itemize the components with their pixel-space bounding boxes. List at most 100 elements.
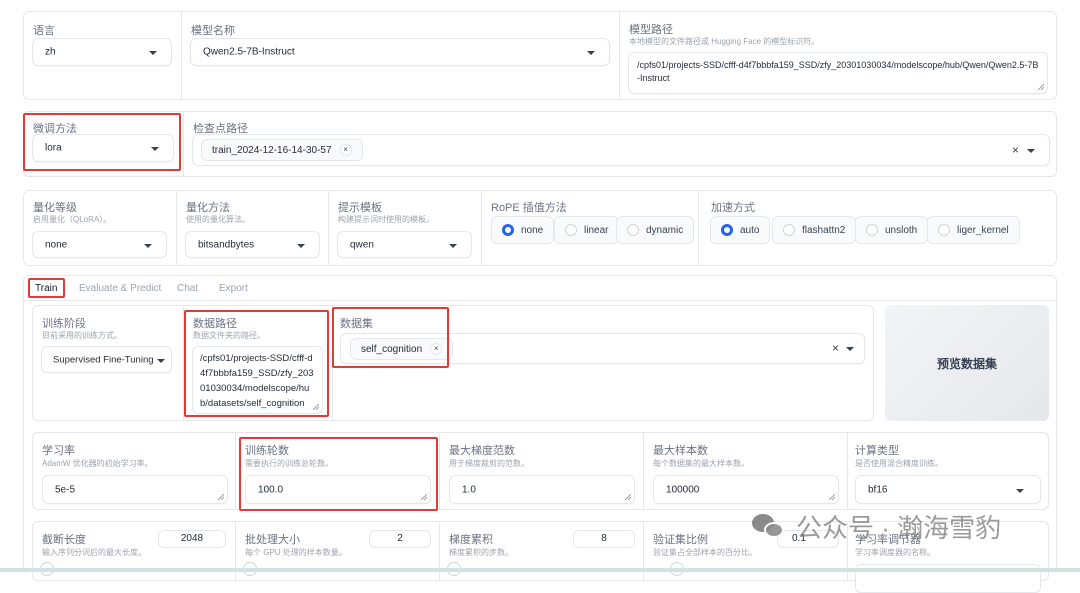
num-epochs-input[interactable]: 100.0 bbox=[245, 475, 431, 504]
top-row-panel: 语言 zh 模型名称 Qwen2.5-7B-Instruct 模型路径 本地模型… bbox=[23, 11, 1057, 100]
radio-unchecked-icon bbox=[783, 224, 795, 236]
dataset-dir-input[interactable]: /cpfs01/projects-SSD/cfff-d4f7bbbfa159_S… bbox=[192, 346, 323, 414]
stage-hint: 目前采用的训练方式。 bbox=[42, 331, 122, 340]
chevron-down-icon bbox=[846, 347, 854, 351]
template-label: 提示模板 bbox=[338, 202, 382, 214]
chevron-down-icon bbox=[157, 359, 165, 363]
quant-method-label: 量化方法 bbox=[186, 202, 230, 214]
model-name-select[interactable]: Qwen2.5-7B-Instruct bbox=[190, 38, 610, 66]
model-name-value: Qwen2.5-7B-Instruct bbox=[203, 46, 295, 58]
booster-option-label: unsloth bbox=[885, 224, 918, 236]
quant-bit-select[interactable]: none bbox=[32, 231, 167, 258]
language-select[interactable]: zh bbox=[32, 38, 172, 66]
quant-method-select[interactable]: bitsandbytes bbox=[185, 231, 320, 258]
max-grad-norm-cell: 最大梯度范数 用于梯度裁剪的范数。 1.0 bbox=[440, 433, 644, 509]
stage-select[interactable]: Supervised Fine-Tuning bbox=[41, 346, 172, 373]
cutoff-len-input[interactable]: 2048 bbox=[158, 530, 226, 548]
dataset-label: 数据集 bbox=[340, 318, 373, 330]
dataset-multiselect[interactable]: self_cognition × × bbox=[340, 333, 865, 364]
quant-bit-hint: 启用量化（QLoRA）。 bbox=[33, 215, 112, 224]
booster-option-liger-kernel[interactable]: liger_kernel bbox=[927, 216, 1020, 244]
model-name-cell: 模型名称 Qwen2.5-7B-Instruct bbox=[182, 12, 620, 99]
resize-handle-icon[interactable] bbox=[829, 494, 835, 500]
batch-size-label: 批处理大小 bbox=[245, 534, 300, 546]
checkpoint-path-multiselect[interactable]: train_2024-12-16-14-30-57 × × bbox=[192, 134, 1050, 166]
max-samples-label: 最大样本数 bbox=[653, 445, 708, 457]
dataset-dir-hint: 数据文件夹的路径。 bbox=[193, 331, 265, 340]
tab-evaluate-predict[interactable]: Evaluate & Predict bbox=[79, 283, 161, 294]
quant-bit-cell: 量化等级 启用量化（QLoRA）。 none bbox=[24, 191, 177, 265]
max-samples-input[interactable]: 100000 bbox=[653, 475, 839, 504]
rope-option-none[interactable]: none bbox=[491, 216, 555, 244]
dataset-dir-cell: 数据路径 数据文件夹的路径。 /cpfs01/projects-SSD/cfff… bbox=[184, 306, 333, 420]
finetune-method-value: lora bbox=[45, 142, 62, 154]
chevron-down-icon bbox=[1016, 489, 1024, 493]
max-samples-value: 100000 bbox=[666, 484, 700, 495]
remove-chip-icon[interactable]: × bbox=[430, 343, 443, 355]
quant-bit-label: 量化等级 bbox=[33, 202, 77, 214]
rope-option-label: dynamic bbox=[646, 224, 684, 236]
grad-accum-input[interactable]: 8 bbox=[573, 530, 635, 548]
radio-checked-icon bbox=[721, 224, 733, 236]
model-path-hint: 本地模型的文件路径或 Hugging Face 的模型标识符。 bbox=[629, 37, 820, 46]
radio-unchecked-icon bbox=[565, 224, 577, 236]
dataset-cell: 数据集 self_cognition × × bbox=[333, 306, 873, 420]
model-path-label: 模型路径 bbox=[629, 24, 673, 36]
batch-size-input[interactable]: 2 bbox=[369, 530, 431, 548]
max-samples-cell: 最大样本数 每个数据集的最大样本数。 100000 bbox=[644, 433, 848, 509]
rope-scaling-cell: RoPE 插值方法 none linear dynamic bbox=[482, 191, 699, 265]
finetune-method-cell: 微调方法 lora bbox=[24, 112, 184, 176]
clear-icon[interactable]: × bbox=[1012, 143, 1019, 157]
max-grad-norm-input[interactable]: 1.0 bbox=[449, 475, 635, 504]
learning-rate-hint: AdamW 优化器的初始学习率。 bbox=[42, 459, 153, 468]
booster-label: 加速方式 bbox=[711, 202, 755, 214]
dataset-dir-label: 数据路径 bbox=[193, 318, 237, 330]
chevron-down-icon bbox=[144, 244, 152, 248]
chevron-down-icon bbox=[297, 244, 305, 248]
compute-type-select[interactable]: bf16 bbox=[855, 475, 1041, 504]
bottom-bar bbox=[0, 568, 1080, 572]
resize-handle-icon[interactable] bbox=[625, 494, 631, 500]
language-label: 语言 bbox=[33, 25, 55, 37]
stage-label: 训练阶段 bbox=[42, 318, 86, 330]
wechat-icon bbox=[752, 512, 788, 542]
template-select[interactable]: qwen bbox=[337, 231, 472, 258]
booster-option-label: liger_kernel bbox=[957, 224, 1009, 236]
resize-handle-icon[interactable] bbox=[313, 404, 319, 410]
num-epochs-hint: 需要执行的训练总轮数。 bbox=[245, 459, 333, 468]
dataset-dir-value: /cpfs01/projects-SSD/cfff-d4f7bbbfa159_S… bbox=[200, 353, 314, 409]
resize-handle-icon[interactable] bbox=[218, 494, 224, 500]
dataset-chip-label: self_cognition bbox=[361, 343, 423, 355]
tab-chat[interactable]: Chat bbox=[177, 283, 198, 294]
model-path-input[interactable]: /cpfs01/projects-SSD/cfff-d4f7bbbfa159_S… bbox=[628, 52, 1048, 94]
tab-train[interactable]: Train bbox=[35, 283, 57, 294]
booster-option-flashattn2[interactable]: flashattn2 bbox=[772, 216, 857, 244]
language-cell: 语言 zh bbox=[24, 12, 182, 99]
tab-divider bbox=[24, 300, 1056, 301]
remove-chip-icon[interactable]: × bbox=[339, 144, 352, 156]
second-row-panel: 微调方法 lora 检查点路径 train_2024-12-16-14-30-5… bbox=[23, 111, 1057, 177]
radio-checked-icon bbox=[502, 224, 514, 236]
tab-export[interactable]: Export bbox=[219, 283, 248, 294]
resize-handle-icon[interactable] bbox=[421, 494, 427, 500]
finetune-method-select[interactable]: lora bbox=[32, 134, 174, 162]
quant-bit-value: none bbox=[45, 239, 68, 250]
checkpoint-chip: train_2024-12-16-14-30-57 × bbox=[201, 139, 363, 161]
grad-accum-label: 梯度累积 bbox=[449, 534, 493, 546]
quant-method-cell: 量化方法 使用的量化算法。 bitsandbytes bbox=[177, 191, 329, 265]
rope-option-linear[interactable]: linear bbox=[554, 216, 620, 244]
booster-option-auto[interactable]: auto bbox=[710, 216, 771, 244]
learning-rate-input[interactable]: 5e-5 bbox=[42, 475, 228, 504]
compute-type-cell: 计算类型 是否使用混合精度训练。 bf16 bbox=[848, 433, 1048, 509]
booster-option-label: flashattn2 bbox=[802, 224, 846, 236]
val-size-label: 验证集比例 bbox=[653, 534, 708, 546]
quant-method-hint: 使用的量化算法。 bbox=[186, 215, 250, 224]
resize-handle-icon[interactable] bbox=[1038, 84, 1044, 90]
radio-unchecked-icon bbox=[627, 224, 639, 236]
preview-dataset-button[interactable]: 预览数据集 bbox=[885, 305, 1049, 421]
num-epochs-label: 训练轮数 bbox=[245, 445, 289, 457]
booster-option-unsloth[interactable]: unsloth bbox=[855, 216, 929, 244]
rope-option-dynamic[interactable]: dynamic bbox=[616, 216, 695, 244]
learning-rate-value: 5e-5 bbox=[55, 484, 76, 495]
clear-icon[interactable]: × bbox=[832, 341, 839, 355]
